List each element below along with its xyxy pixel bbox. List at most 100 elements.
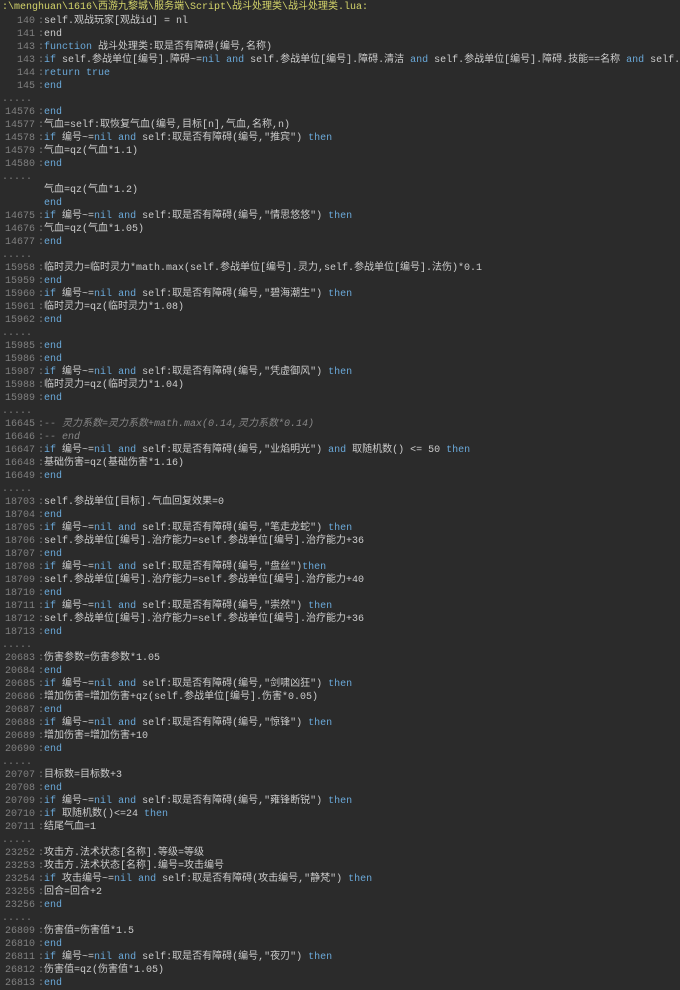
code-line[interactable]: 20707: 目标数=目标数+3 xyxy=(0,769,680,782)
code-text[interactable]: 回合=回合+2 xyxy=(44,886,680,899)
code-line[interactable]: 15961: 临时灵力=qz(临时灵力*1.08) xyxy=(0,301,680,314)
code-text[interactable]: if 编号~=nil and self:取是否有障碍(编号,"崇然") then xyxy=(44,600,680,613)
code-text[interactable]: 伤害参数=伤害参数*1.05 xyxy=(44,652,680,665)
code-line[interactable]: 18709: self.参战单位[编号].治疗能力=self.参战单位[编号].… xyxy=(0,574,680,587)
code-line[interactable]: ..... xyxy=(0,405,680,418)
code-text[interactable]: self.参战单位[编号].治疗能力=self.参战单位[编号].治疗能力+40 xyxy=(44,574,680,587)
code-text[interactable]: end xyxy=(44,938,680,951)
code-text[interactable]: if 编号~=nil and self:取是否有障碍(编号,"剑啸凶狂") th… xyxy=(44,678,680,691)
code-line[interactable]: 23253: 攻击方.法术状态[名称].编号=攻击编号 xyxy=(0,860,680,873)
code-text[interactable]: 气血=qz(气血*1.1) xyxy=(44,145,680,158)
code-text[interactable]: self.参战单位[目标].气血回复效果=0 xyxy=(44,496,680,509)
code-line[interactable]: 20685: if 编号~=nil and self:取是否有障碍(编号,"剑啸… xyxy=(0,678,680,691)
code-line[interactable]: 143:function 战斗处理类:取是否有障碍(编号,名称) xyxy=(0,41,680,54)
code-line[interactable]: 15958: 临时灵力=临时灵力*math.max(self.参战单位[编号].… xyxy=(0,262,680,275)
code-text[interactable]: -- 灵力系数=灵力系数+math.max(0.14,灵力系数*0.14) xyxy=(44,418,680,431)
code-line[interactable]: 20686: 增加伤害=增加伤害+qz(self.参战单位[编号].伤害*0.0… xyxy=(0,691,680,704)
code-text[interactable]: end xyxy=(44,28,680,41)
code-line[interactable]: 14677: end xyxy=(0,236,680,249)
code-text[interactable]: end xyxy=(44,353,680,366)
code-line[interactable]: 23254: if 攻击编号~=nil and self:取是否有障碍(攻击编号… xyxy=(0,873,680,886)
code-text[interactable]: if 编号~=nil and self:取是否有障碍(编号,"盘丝")then xyxy=(44,561,680,574)
code-text[interactable]: end xyxy=(44,80,680,93)
code-text[interactable]: if 编号~=nil and self:取是否有障碍(编号,"碧海潮生") th… xyxy=(44,288,680,301)
code-line[interactable]: 16646: -- end xyxy=(0,431,680,444)
code-text[interactable]: if 编号~=nil and self:取是否有障碍(编号,"雍锋断锐") th… xyxy=(44,795,680,808)
code-text[interactable]: end xyxy=(44,587,680,600)
code-line[interactable]: 14578: if 编号~=nil and self:取是否有障碍(编号,"推宾… xyxy=(0,132,680,145)
code-line[interactable]: 18710: end xyxy=(0,587,680,600)
code-text[interactable]: 增加伤害=增加伤害+qz(self.参战单位[编号].伤害*0.05) xyxy=(44,691,680,704)
code-line[interactable]: ..... xyxy=(0,756,680,769)
code-text[interactable]: end xyxy=(44,509,680,522)
code-line[interactable]: 18711: if 编号~=nil and self:取是否有障碍(编号,"崇然… xyxy=(0,600,680,613)
code-text[interactable]: end xyxy=(44,548,680,561)
code-line[interactable]: 18704: end xyxy=(0,509,680,522)
code-line[interactable]: 14579: 气血=qz(气血*1.1) xyxy=(0,145,680,158)
code-text[interactable]: end xyxy=(44,340,680,353)
code-line[interactable]: 26811: if 编号~=nil and self:取是否有障碍(编号,"夜刃… xyxy=(0,951,680,964)
code-text[interactable]: end xyxy=(44,782,680,795)
code-text[interactable]: end xyxy=(44,158,680,171)
code-line[interactable]: ..... xyxy=(0,93,680,106)
code-line[interactable]: 20708: end xyxy=(0,782,680,795)
code-line[interactable]: 145: end xyxy=(0,80,680,93)
code-line[interactable]: 20687: end xyxy=(0,704,680,717)
code-line[interactable]: 14676: 气血=qz(气血*1.05) xyxy=(0,223,680,236)
code-line[interactable]: 18708: if 编号~=nil and self:取是否有障碍(编号,"盘丝… xyxy=(0,561,680,574)
code-text[interactable]: end xyxy=(44,665,680,678)
code-text[interactable]: 目标数=目标数+3 xyxy=(44,769,680,782)
code-text[interactable]: end xyxy=(44,470,680,483)
code-line[interactable]: 16647: if 编号~=nil and self:取是否有障碍(编号,"业焰… xyxy=(0,444,680,457)
code-line[interactable]: 14576: end xyxy=(0,106,680,119)
code-text[interactable]: if 编号~=nil and self:取是否有障碍(编号,"情思悠悠") th… xyxy=(44,210,680,223)
code-line[interactable]: 20684: end xyxy=(0,665,680,678)
code-text[interactable]: self.观战玩家[观战id] = nl xyxy=(44,15,680,28)
code-line[interactable]: 23252: 攻击方.法术状态[名称].等级=等级 xyxy=(0,847,680,860)
code-line[interactable]: 20690: end xyxy=(0,743,680,756)
code-text[interactable]: 增加伤害=增加伤害+10 xyxy=(44,730,680,743)
code-line[interactable]: 气血=qz(气血*1.2) xyxy=(0,184,680,197)
code-line[interactable]: 15962: end xyxy=(0,314,680,327)
code-text[interactable]: if self.参战单位[编号].障碍~=nil and self.参战单位[编… xyxy=(44,54,680,67)
code-line[interactable]: 20688: if 编号~=nil and self:取是否有障碍(编号,"惊锋… xyxy=(0,717,680,730)
code-text[interactable]: 伤害值=qz(伤害值*1.05) xyxy=(44,964,680,977)
code-text[interactable]: return true xyxy=(44,67,680,80)
code-text[interactable]: if 编号~=nil and self:取是否有障碍(编号,"惊锋") then xyxy=(44,717,680,730)
code-line[interactable]: 15985: end xyxy=(0,340,680,353)
code-line[interactable]: 20711: 结尾气血=1 xyxy=(0,821,680,834)
code-text[interactable]: 攻击方.法术状态[名称].等级=等级 xyxy=(44,847,680,860)
code-editor[interactable]: 140: self.观战玩家[观战id] = nl141: end143:fun… xyxy=(0,15,680,990)
code-line[interactable]: 143: if self.参战单位[编号].障碍~=nil and self.参… xyxy=(0,54,680,67)
code-text[interactable]: end xyxy=(44,197,680,210)
code-line[interactable]: 140: self.观战玩家[观战id] = nl xyxy=(0,15,680,28)
code-line[interactable]: 14577: 气血=self:取恢复气血(编号,目标[n],气血,名称,n) xyxy=(0,119,680,132)
code-line[interactable]: 16645: -- 灵力系数=灵力系数+math.max(0.14,灵力系数*0… xyxy=(0,418,680,431)
code-line[interactable]: 20710: if 取随机数()<=24 then xyxy=(0,808,680,821)
code-line[interactable]: ..... xyxy=(0,483,680,496)
code-text[interactable]: 气血=qz(气血*1.05) xyxy=(44,223,680,236)
code-line[interactable]: 26809: 伤害值=伤害值*1.5 xyxy=(0,925,680,938)
code-line[interactable]: 15960: if 编号~=nil and self:取是否有障碍(编号,"碧海… xyxy=(0,288,680,301)
code-line[interactable]: ..... xyxy=(0,834,680,847)
code-line[interactable]: 18713: end xyxy=(0,626,680,639)
code-text[interactable]: end xyxy=(44,106,680,119)
code-text[interactable]: if 攻击编号~=nil and self:取是否有障碍(攻击编号,"静梵") … xyxy=(44,873,680,886)
code-line[interactable]: 15959: end xyxy=(0,275,680,288)
code-text[interactable]: 气血=qz(气血*1.2) xyxy=(44,184,680,197)
code-line[interactable]: 18703: self.参战单位[目标].气血回复效果=0 xyxy=(0,496,680,509)
code-text[interactable]: function 战斗处理类:取是否有障碍(编号,名称) xyxy=(44,41,680,54)
code-line[interactable]: 18706: self.参战单位[编号].治疗能力=self.参战单位[编号].… xyxy=(0,535,680,548)
code-text[interactable]: 伤害值=伤害值*1.5 xyxy=(44,925,680,938)
code-line[interactable]: 18707: end xyxy=(0,548,680,561)
code-line[interactable]: 18712: self.参战单位[编号].治疗能力=self.参战单位[编号].… xyxy=(0,613,680,626)
code-text[interactable]: end xyxy=(44,626,680,639)
code-text[interactable]: end xyxy=(44,899,680,912)
code-line[interactable]: 16649: end xyxy=(0,470,680,483)
code-text[interactable]: 攻击方.法术状态[名称].编号=攻击编号 xyxy=(44,860,680,873)
code-text[interactable]: end xyxy=(44,743,680,756)
code-text[interactable]: if 编号~=nil and self:取是否有障碍(编号,"业焰明光") an… xyxy=(44,444,680,457)
code-line[interactable]: end xyxy=(0,197,680,210)
code-line[interactable]: 20689: 增加伤害=增加伤害+10 xyxy=(0,730,680,743)
code-line[interactable]: 26813: end xyxy=(0,977,680,990)
